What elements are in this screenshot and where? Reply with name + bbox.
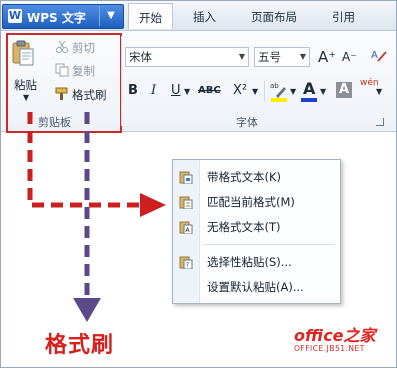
menu-item-set-default-paste[interactable]: 设置默认粘贴(A)... bbox=[173, 275, 340, 299]
format-painter-annotation: 格式刷 bbox=[45, 333, 115, 358]
menu-item-label: 匹配当前格式(M) bbox=[207, 195, 295, 209]
svg-text:?: ? bbox=[186, 261, 190, 269]
paste-special-icon: ? bbox=[179, 256, 193, 269]
menu-separator bbox=[203, 244, 335, 245]
menu-item-label: 设置默认粘贴(A)... bbox=[207, 280, 304, 294]
menu-item-label: 无格式文本(T) bbox=[207, 220, 281, 234]
watermark-url: OFFICE.JB51.NET bbox=[294, 344, 365, 353]
menu-item-keep-format[interactable]: 带格式文本(K) bbox=[173, 165, 340, 189]
menu-item-match-format[interactable]: 匹配当前格式(M) bbox=[173, 190, 340, 214]
paste-keep-format-icon bbox=[179, 171, 193, 184]
menu-item-paste-special[interactable]: ? 选择性粘贴(S)... bbox=[173, 250, 340, 274]
menu-item-label: 选择性粘贴(S)... bbox=[207, 255, 292, 269]
office-home-logo: office之家 bbox=[294, 326, 376, 345]
paste-match-format-icon bbox=[179, 196, 193, 209]
menu-item-text-only[interactable]: A 无格式文本(T) bbox=[173, 215, 340, 239]
paste-text-only-icon: A bbox=[179, 221, 193, 234]
paste-options-menu: 带格式文本(K) 匹配当前格式(M) A 无格式文本(T) ? 选择性粘贴(S)… bbox=[172, 159, 341, 304]
menu-item-label: 带格式文本(K) bbox=[207, 170, 282, 184]
